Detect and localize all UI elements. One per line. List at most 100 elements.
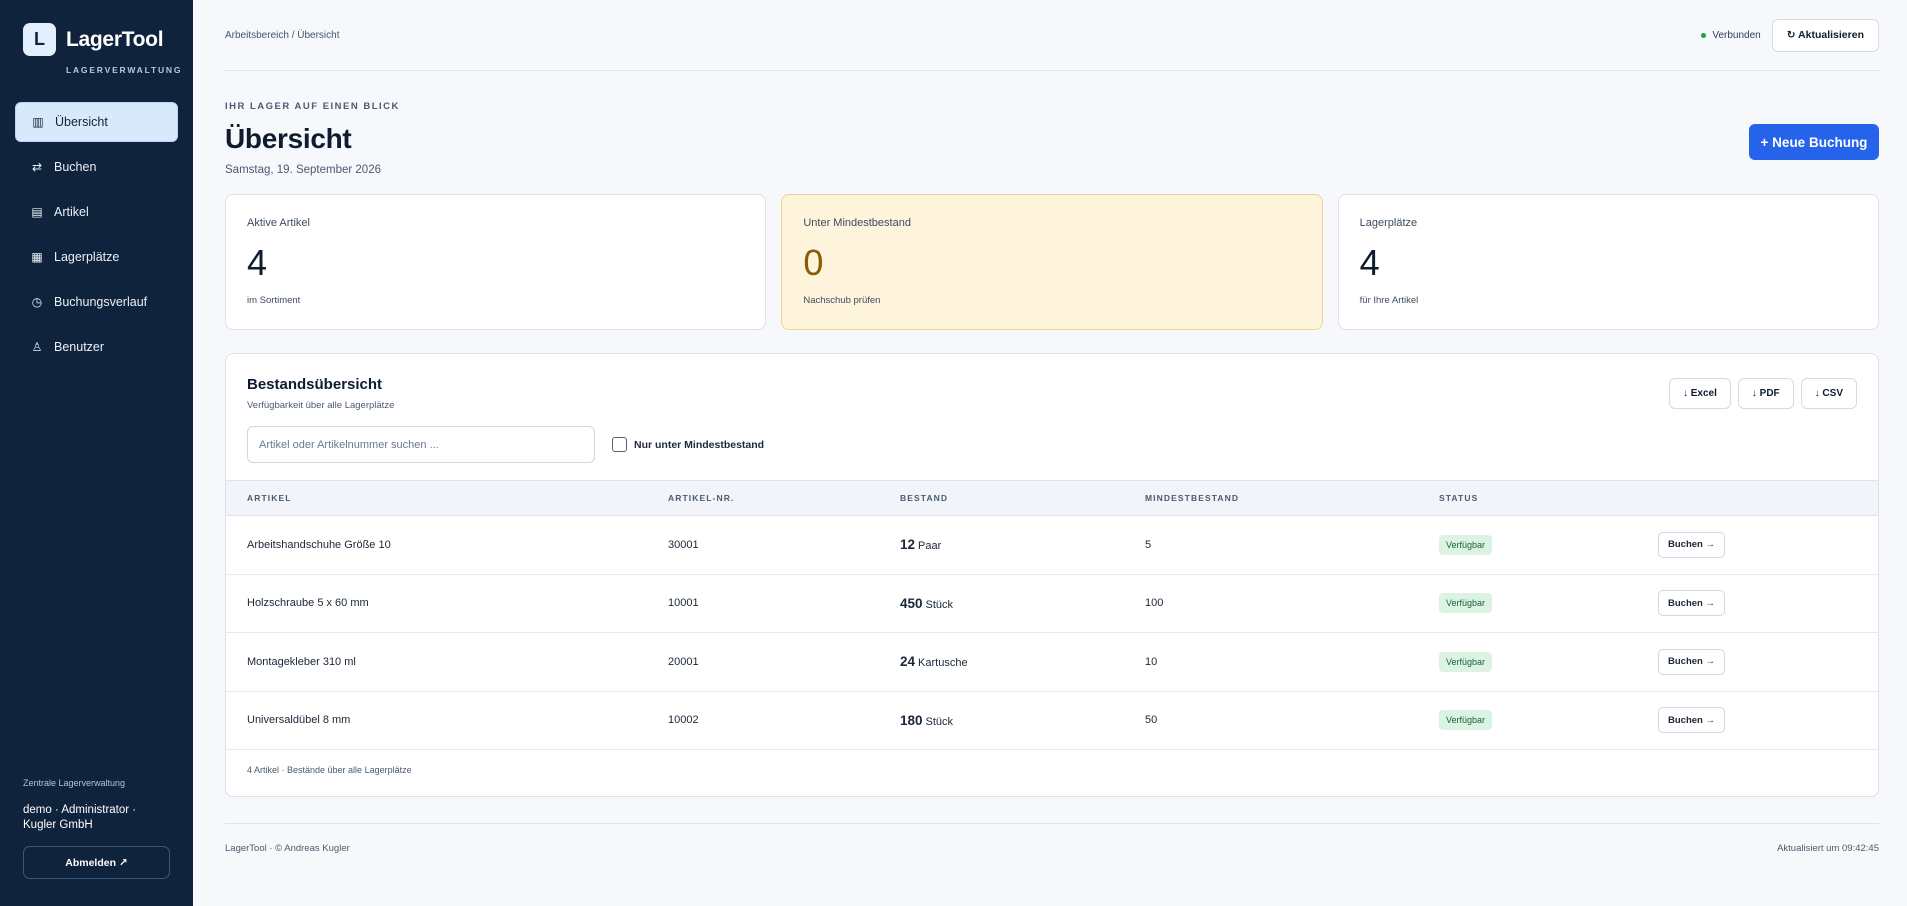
export-buttons: ↓ Excel ↓ PDF ↓ CSV (1668, 378, 1857, 411)
stock-quantity: 24 (900, 654, 916, 670)
checkbox[interactable] (612, 437, 627, 452)
book-row-button[interactable]: Buchen → (1658, 707, 1725, 734)
column-header-stock[interactable]: BESTAND (900, 493, 1145, 503)
article-number: 20001 (668, 655, 699, 668)
brand-name: LagerTool (66, 27, 164, 51)
status-cell: Verfügbar (1439, 534, 1658, 555)
table-row: Montagekleber 310 ml 20001 24 Kartusche 1… (226, 633, 1878, 692)
organization-label: Zentrale Lagerverwaltung (23, 778, 126, 788)
below-minimum-filter[interactable]: Nur unter Mindestbestand (612, 437, 764, 452)
last-updated: Aktualisiert um 09:42:45 (1777, 843, 1879, 854)
sidebar-item-benutzer[interactable]: ♙ Benutzer (15, 327, 178, 367)
sidebar-nav: ▥ Übersicht ⇄ Buchen ▤ Artikel ▦ Lagerpl… (0, 102, 193, 367)
panel-subtitle: Verfügbarkeit über alle Lagerplätze (247, 400, 395, 411)
refresh-button[interactable]: ↻ Aktualisieren (1771, 18, 1879, 52)
card-value: 0 (803, 242, 824, 283)
status-dot-icon (1701, 32, 1707, 38)
stock-quantity: 12 (900, 537, 916, 553)
stock-unit: Kartusche (918, 657, 968, 670)
table-header: ARTIKEL ARTIKEL-NR. BESTAND MINDESTBESTA… (226, 480, 1878, 516)
sidebar-item-label: Buchen (54, 160, 97, 174)
status-badge: Verfügbar (1439, 534, 1493, 555)
current-date: Samstag, 19. September 2026 (225, 164, 381, 176)
table-row: Holzschraube 5 x 60 mm 10001 450 Stück 10… (226, 575, 1878, 633)
book-row-button[interactable]: Buchen → (1658, 648, 1725, 675)
article-number: 30001 (668, 538, 699, 551)
article-name: Universaldübel 8 mm (247, 714, 351, 727)
stock-cell: 180 Stück (900, 713, 1145, 728)
book-row-button[interactable]: Buchen → (1658, 590, 1725, 617)
status-cell: Verfügbar (1439, 710, 1658, 731)
swap-arrows-icon: ⇄ (31, 160, 43, 174)
page-footer: LagerTool · © Andreas Kugler Aktualisier… (225, 823, 1879, 854)
card-subtitle: für Ihre Artikel (1359, 295, 1419, 306)
sidebar-item-label: Artikel (54, 205, 89, 219)
sidebar-item-label: Übersicht (55, 115, 108, 129)
status-cell: Verfügbar (1439, 593, 1658, 614)
columns-icon: ▥ (32, 115, 44, 129)
stat-card-active-articles: Aktive Artikel 4 im Sortiment (225, 194, 767, 330)
panel-title: Bestandsübersicht (247, 376, 383, 393)
breadcrumb: Arbeitsbereich / Übersicht (225, 29, 340, 41)
connection-label: Verbunden (1712, 29, 1761, 41)
action-cell: Buchen → (1658, 707, 1878, 734)
stock-unit: Stück (925, 598, 954, 611)
new-booking-button[interactable]: + Neue Buchung (1749, 124, 1879, 160)
card-label: Lagerplätze (1359, 217, 1418, 229)
sidebar: L LagerTool LAGERVERWALTUNG ▥ Übersicht … (0, 0, 193, 906)
sidebar-item-label: Benutzer (54, 340, 105, 354)
action-cell: Buchen → (1658, 648, 1878, 675)
export-pdf-button[interactable]: ↓ PDF (1737, 378, 1794, 409)
stock-cell: 12 Paar (900, 537, 1145, 552)
card-value: 4 (1359, 242, 1380, 283)
card-label: Unter Mindestbestand (803, 217, 911, 229)
stat-cards: Aktive Artikel 4 im Sortiment Unter Mind… (225, 194, 1879, 330)
stock-quantity: 180 (900, 712, 923, 728)
column-header-minimum[interactable]: MINDESTBESTAND (1145, 493, 1439, 503)
article-name: Arbeitshandschuhe Größe 10 (247, 538, 391, 551)
grid-icon: ▦ (31, 250, 43, 264)
sidebar-item-label: Buchungsverlauf (54, 295, 148, 309)
column-header-article[interactable]: ARTIKEL (226, 493, 668, 503)
brand[interactable]: L LagerTool (0, 0, 193, 56)
card-subtitle: Nachschub prüfen (803, 295, 881, 306)
stock-quantity: 450 (900, 595, 923, 611)
article-number: 10001 (668, 597, 699, 610)
brand-logo: L (23, 23, 56, 56)
card-label: Aktive Artikel (247, 217, 310, 229)
article-number: 10002 (668, 714, 699, 727)
topbar: Arbeitsbereich / Übersicht Verbunden ↻ A… (225, 0, 1879, 71)
table-row: Arbeitshandschuhe Größe 10 30001 12 Paar … (226, 516, 1878, 575)
user-icon: ♙ (31, 340, 43, 354)
sidebar-item-buchungsverlauf[interactable]: ◷ Buchungsverlauf (15, 282, 178, 322)
stock-cell: 450 Stück (900, 596, 1145, 611)
action-cell: Buchen → (1658, 531, 1878, 558)
checkbox-label: Nur unter Mindestbestand (634, 438, 765, 451)
table-footer: 4 Artikel · Bestände über alle Lagerplät… (247, 765, 412, 775)
sidebar-item-uebersicht[interactable]: ▥ Übersicht (15, 102, 178, 142)
export-excel-button[interactable]: ↓ Excel (1668, 378, 1731, 409)
page-kicker: IHR LAGER AUF EINEN BLICK (225, 101, 400, 112)
copyright: LagerTool · © Andreas Kugler (225, 843, 350, 854)
sidebar-item-buchen[interactable]: ⇄ Buchen (15, 147, 178, 187)
book-row-button[interactable]: Buchen → (1658, 531, 1725, 558)
logout-button[interactable]: Abmelden ↗ (23, 846, 170, 879)
export-csv-button[interactable]: ↓ CSV (1800, 378, 1857, 409)
sidebar-item-artikel[interactable]: ▤ Artikel (15, 192, 178, 232)
sidebar-item-label: Lagerplätze (54, 250, 120, 264)
card-value: 4 (247, 242, 268, 283)
minimum-stock: 50 (1145, 714, 1158, 727)
stock-cell: 24 Kartusche (900, 654, 1145, 669)
column-header-article-number[interactable]: ARTIKEL-NR. (668, 493, 900, 503)
sidebar-footer: Zentrale Lagerverwaltung demo · Administ… (23, 778, 171, 879)
inventory-panel: Bestandsübersicht Verfügbarkeit über all… (225, 353, 1879, 797)
status-badge: Verfügbar (1439, 593, 1493, 614)
column-header-status[interactable]: STATUS (1439, 493, 1658, 503)
page-title: Übersicht (225, 123, 352, 154)
sidebar-item-lagerplaetze[interactable]: ▦ Lagerplätze (15, 237, 178, 277)
stock-unit: Stück (925, 715, 954, 728)
status-cell: Verfügbar (1439, 651, 1658, 672)
search-input[interactable] (247, 426, 595, 463)
current-user: demo · Administrator · Kugler GmbH (23, 804, 137, 831)
minimum-stock: 5 (1145, 538, 1152, 551)
